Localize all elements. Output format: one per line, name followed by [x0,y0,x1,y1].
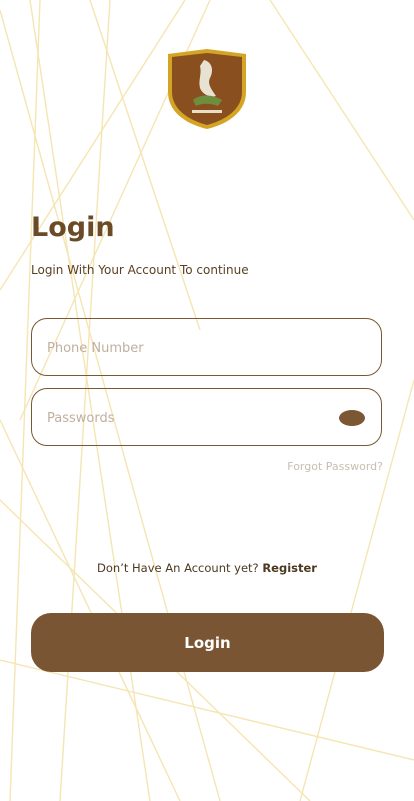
register-prompt: Don’t Have An Account yet? Register [0,561,414,575]
eye-icon[interactable] [339,410,365,426]
forgot-password-link[interactable]: Forgot Password? [287,460,383,473]
crest-logo [168,49,246,129]
login-button[interactable]: Login [31,613,384,672]
phone-number-field[interactable] [31,318,382,377]
page-title: Login [31,212,115,243]
register-link[interactable]: Register [262,561,317,575]
register-prompt-text: Don’t Have An Account yet? [97,561,259,575]
password-field[interactable] [31,388,382,447]
password-input[interactable] [45,389,339,447]
phone-number-input[interactable] [45,319,339,377]
page-subtitle: Login With Your Account To continue [31,263,249,277]
